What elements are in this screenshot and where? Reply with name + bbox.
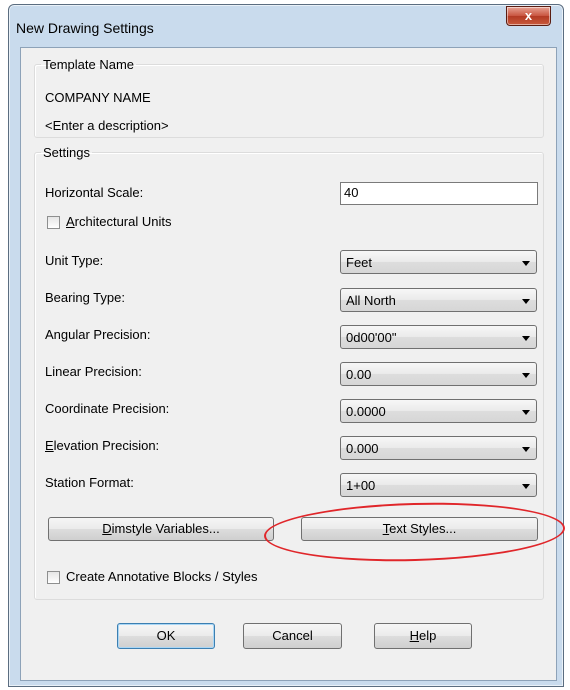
help-button[interactable]: Help (374, 623, 472, 649)
horizontal-scale-label: Horizontal Scale: (45, 185, 144, 200)
window-title: New Drawing Settings (16, 20, 154, 36)
coordinate-precision-select[interactable]: 0.0000 (340, 399, 537, 423)
close-icon: x (524, 8, 533, 23)
unit-type-select[interactable]: Feet (340, 250, 537, 274)
close-button[interactable]: x (506, 6, 551, 26)
dimstyle-variables-button[interactable]: Dimstyle Variables... (48, 517, 274, 541)
horizontal-scale-input[interactable]: 40 (340, 182, 538, 205)
linear-precision-label: Linear Precision: (45, 364, 142, 379)
architectural-units-accel: A (66, 214, 75, 229)
chevron-down-icon (522, 336, 530, 341)
elevation-precision-label: Elevation Precision: (45, 438, 159, 453)
cancel-button[interactable]: Cancel (243, 623, 342, 649)
settings-legend: Settings (43, 145, 90, 160)
chevron-down-icon (522, 484, 530, 489)
architectural-units-checkbox[interactable] (47, 216, 60, 229)
angular-precision-select[interactable]: 0d00'00" (340, 325, 537, 349)
architectural-units-label: Architectural Units (66, 214, 171, 229)
linear-precision-value: 0.00 (346, 367, 372, 382)
chevron-down-icon (522, 447, 530, 452)
elevation-precision-accel: E (45, 438, 54, 453)
unit-type-label: Unit Type: (45, 253, 104, 268)
elevation-precision-value: 0.000 (346, 441, 379, 456)
title-bar[interactable]: New Drawing Settings x (9, 5, 563, 47)
station-format-select[interactable]: 1+00 (340, 473, 537, 497)
coordinate-precision-label: Coordinate Precision: (45, 401, 170, 416)
dialog-body: Template Name COMPANY NAME <Enter a desc… (20, 47, 557, 681)
text-styles-rest: ext Styles... (389, 521, 457, 536)
bearing-type-select[interactable]: All North (340, 288, 537, 312)
architectural-units-rest: rchitectural Units (74, 214, 172, 229)
chevron-down-icon (522, 410, 530, 415)
help-accel: H (409, 628, 420, 643)
station-format-value: 1+00 (346, 478, 376, 493)
annotative-label: Create Annotative Blocks / Styles (66, 569, 258, 584)
dimstyle-accel: D (102, 521, 112, 536)
linear-precision-select[interactable]: 0.00 (340, 362, 537, 386)
unit-type-value: Feet (346, 255, 373, 270)
bearing-type-label: Bearing Type: (45, 290, 125, 305)
template-name-value: COMPANY NAME (45, 90, 151, 105)
dialog-window: New Drawing Settings x Template Name COM… (8, 4, 564, 687)
angular-precision-value: 0d00'00" (346, 330, 397, 345)
chevron-down-icon (522, 261, 530, 266)
text-styles-button[interactable]: Text Styles... (301, 517, 538, 541)
annotative-checkbox[interactable] (47, 571, 60, 584)
elevation-precision-select[interactable]: 0.000 (340, 436, 537, 460)
station-format-label: Station Format: (45, 475, 134, 490)
chevron-down-icon (522, 299, 530, 304)
help-rest: elp (419, 628, 437, 643)
ok-button[interactable]: OK (117, 623, 215, 649)
bearing-type-value: All North (346, 293, 396, 308)
angular-precision-label: Angular Precision: (45, 327, 151, 342)
coordinate-precision-value: 0.0000 (346, 404, 386, 419)
chevron-down-icon (522, 373, 530, 378)
dimstyle-rest: imstyle Variables... (111, 521, 220, 536)
template-description: <Enter a description> (45, 118, 169, 133)
elevation-precision-rest: levation Precision: (53, 438, 160, 453)
template-name-legend: Template Name (43, 57, 135, 72)
